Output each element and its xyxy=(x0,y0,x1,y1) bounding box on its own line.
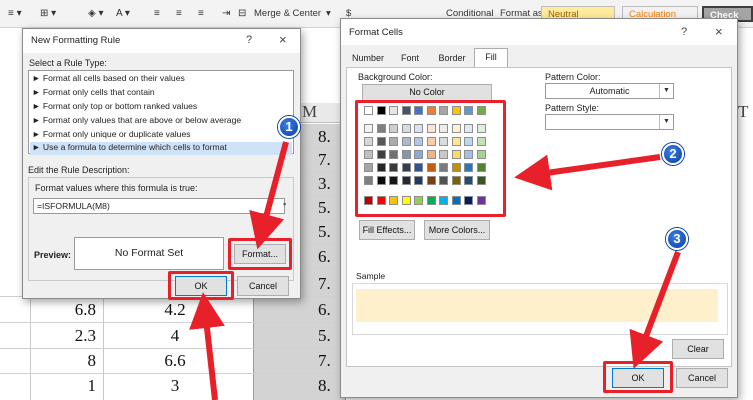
chevron-down-icon: ▼ xyxy=(659,84,673,98)
merge-center-button[interactable]: Merge & Center xyxy=(254,8,321,19)
cancel-button[interactable]: Cancel xyxy=(676,368,728,388)
cell-mid-4[interactable]: 3 xyxy=(135,376,215,396)
no-color-button[interactable]: No Color xyxy=(362,84,492,101)
callout-badge-3: 3 xyxy=(666,228,688,250)
highlight-ok-button xyxy=(168,271,234,300)
highlight-ok-button xyxy=(603,361,673,393)
more-colors-button[interactable]: More Colors... xyxy=(424,220,490,240)
close-icon[interactable]: × xyxy=(279,32,287,47)
dialog-title: New Formatting Rule xyxy=(31,35,121,46)
cell-m-9[interactable]: 5. xyxy=(318,326,342,346)
tab-fill[interactable]: Fill xyxy=(474,48,508,68)
column-m-label: M xyxy=(302,102,318,121)
rule-type-item[interactable]: ► Format only cells that contain xyxy=(32,87,155,97)
cell-m-7[interactable]: 7. xyxy=(318,274,342,294)
cell-left-3[interactable]: 8 xyxy=(40,351,97,371)
preview-label: Preview: xyxy=(34,250,72,260)
rule-type-item-selected[interactable]: ► Use a formula to determine which cells… xyxy=(32,142,227,152)
cell-m-6[interactable]: 6. xyxy=(318,247,342,267)
dialog-titlebar[interactable]: Format Cells ? × xyxy=(341,19,737,45)
rule-type-list[interactable]: ► Format all cells based on their values… xyxy=(28,70,294,155)
sample-label: Sample xyxy=(356,271,386,281)
cell-m-2[interactable]: 7. xyxy=(318,150,342,170)
fill-color-icon[interactable]: ◈ ▾ xyxy=(88,8,104,19)
cell-m-5[interactable]: 5. xyxy=(318,222,342,242)
rule-type-item[interactable]: ► Format only unique or duplicate values xyxy=(32,129,191,139)
tab-border[interactable]: Border xyxy=(432,50,472,68)
formula-input[interactable]: =ISFORMULA(M8) xyxy=(33,198,285,214)
font-dropdown-icon[interactable]: ≡ ▾ xyxy=(8,8,22,19)
cell-m-11[interactable]: 8. xyxy=(318,376,342,396)
close-icon[interactable]: × xyxy=(715,24,723,39)
border-icon[interactable]: ⊞ ▾ xyxy=(40,8,56,19)
sample-preview xyxy=(356,289,718,322)
rule-type-item[interactable]: ► Format all cells based on their values xyxy=(32,73,185,83)
dialog-titlebar[interactable]: New Formatting Rule ? × xyxy=(23,29,300,53)
cell-m-3[interactable]: 3. xyxy=(318,174,342,194)
help-icon[interactable]: ? xyxy=(246,34,252,46)
callout-badge-1: 1 xyxy=(278,116,300,138)
pattern-style-label: Pattern Style: xyxy=(545,103,600,113)
pattern-color-label: Pattern Color: xyxy=(545,72,601,82)
font-color-icon[interactable]: A ▾ xyxy=(116,8,130,19)
clear-button[interactable]: Clear xyxy=(672,339,724,359)
preview-box: No Format Set xyxy=(74,237,224,270)
cell-m-8[interactable]: 6. xyxy=(318,300,342,320)
pattern-color-select[interactable]: Automatic ▼ xyxy=(545,83,674,99)
align-left-icon[interactable]: ≡ xyxy=(154,8,160,19)
column-t-label: T xyxy=(738,102,749,121)
cell-left-1[interactable]: 6.8 xyxy=(40,300,96,320)
callout-badge-2: 2 xyxy=(662,143,684,165)
cell-mid-1[interactable]: 4.2 xyxy=(135,300,215,320)
align-right-icon[interactable]: ≡ xyxy=(198,8,204,19)
formula-label: Format values where this formula is true… xyxy=(35,183,198,193)
tab-font[interactable]: Font xyxy=(393,50,427,68)
align-center-icon[interactable]: ≡ xyxy=(176,8,182,19)
cell-left-2[interactable]: 2.3 xyxy=(40,326,96,346)
rule-type-item[interactable]: ► Format only values that are above or b… xyxy=(32,115,241,125)
cell-mid-2[interactable]: 4 xyxy=(135,326,215,346)
highlight-format-button xyxy=(228,238,292,270)
merge-dropdown-icon[interactable]: ▾ xyxy=(326,8,331,19)
edit-rule-description-label: Edit the Rule Description: xyxy=(28,165,130,175)
cell-mid-3[interactable]: 6.6 xyxy=(135,351,215,371)
pattern-style-select[interactable]: ▼ xyxy=(545,114,674,130)
dialog-title: Format Cells xyxy=(349,27,403,38)
cell-left-4[interactable]: 1 xyxy=(40,376,97,396)
background-color-label: Background Color: xyxy=(358,72,433,82)
cancel-button[interactable]: Cancel xyxy=(237,276,289,296)
help-icon[interactable]: ? xyxy=(681,26,687,38)
cell-m-10[interactable]: 7. xyxy=(318,351,342,371)
rule-type-item[interactable]: ► Format only top or bottom ranked value… xyxy=(32,101,197,111)
chevron-down-icon: ▼ xyxy=(659,115,673,129)
indent-icon[interactable]: ⇥ xyxy=(222,8,230,19)
select-rule-type-label: Select a Rule Type: xyxy=(29,58,107,68)
fill-effects-button[interactable]: Fill Effects... xyxy=(359,220,415,240)
highlight-color-palette xyxy=(355,100,506,217)
cell-m-1[interactable]: 8. xyxy=(318,127,342,147)
merge-icon[interactable]: ⊟ xyxy=(238,8,246,19)
collapse-dialog-icon[interactable]: ▪ xyxy=(283,199,286,209)
cell-m-4[interactable]: 5. xyxy=(318,198,342,218)
tab-number[interactable]: Number xyxy=(348,50,388,68)
